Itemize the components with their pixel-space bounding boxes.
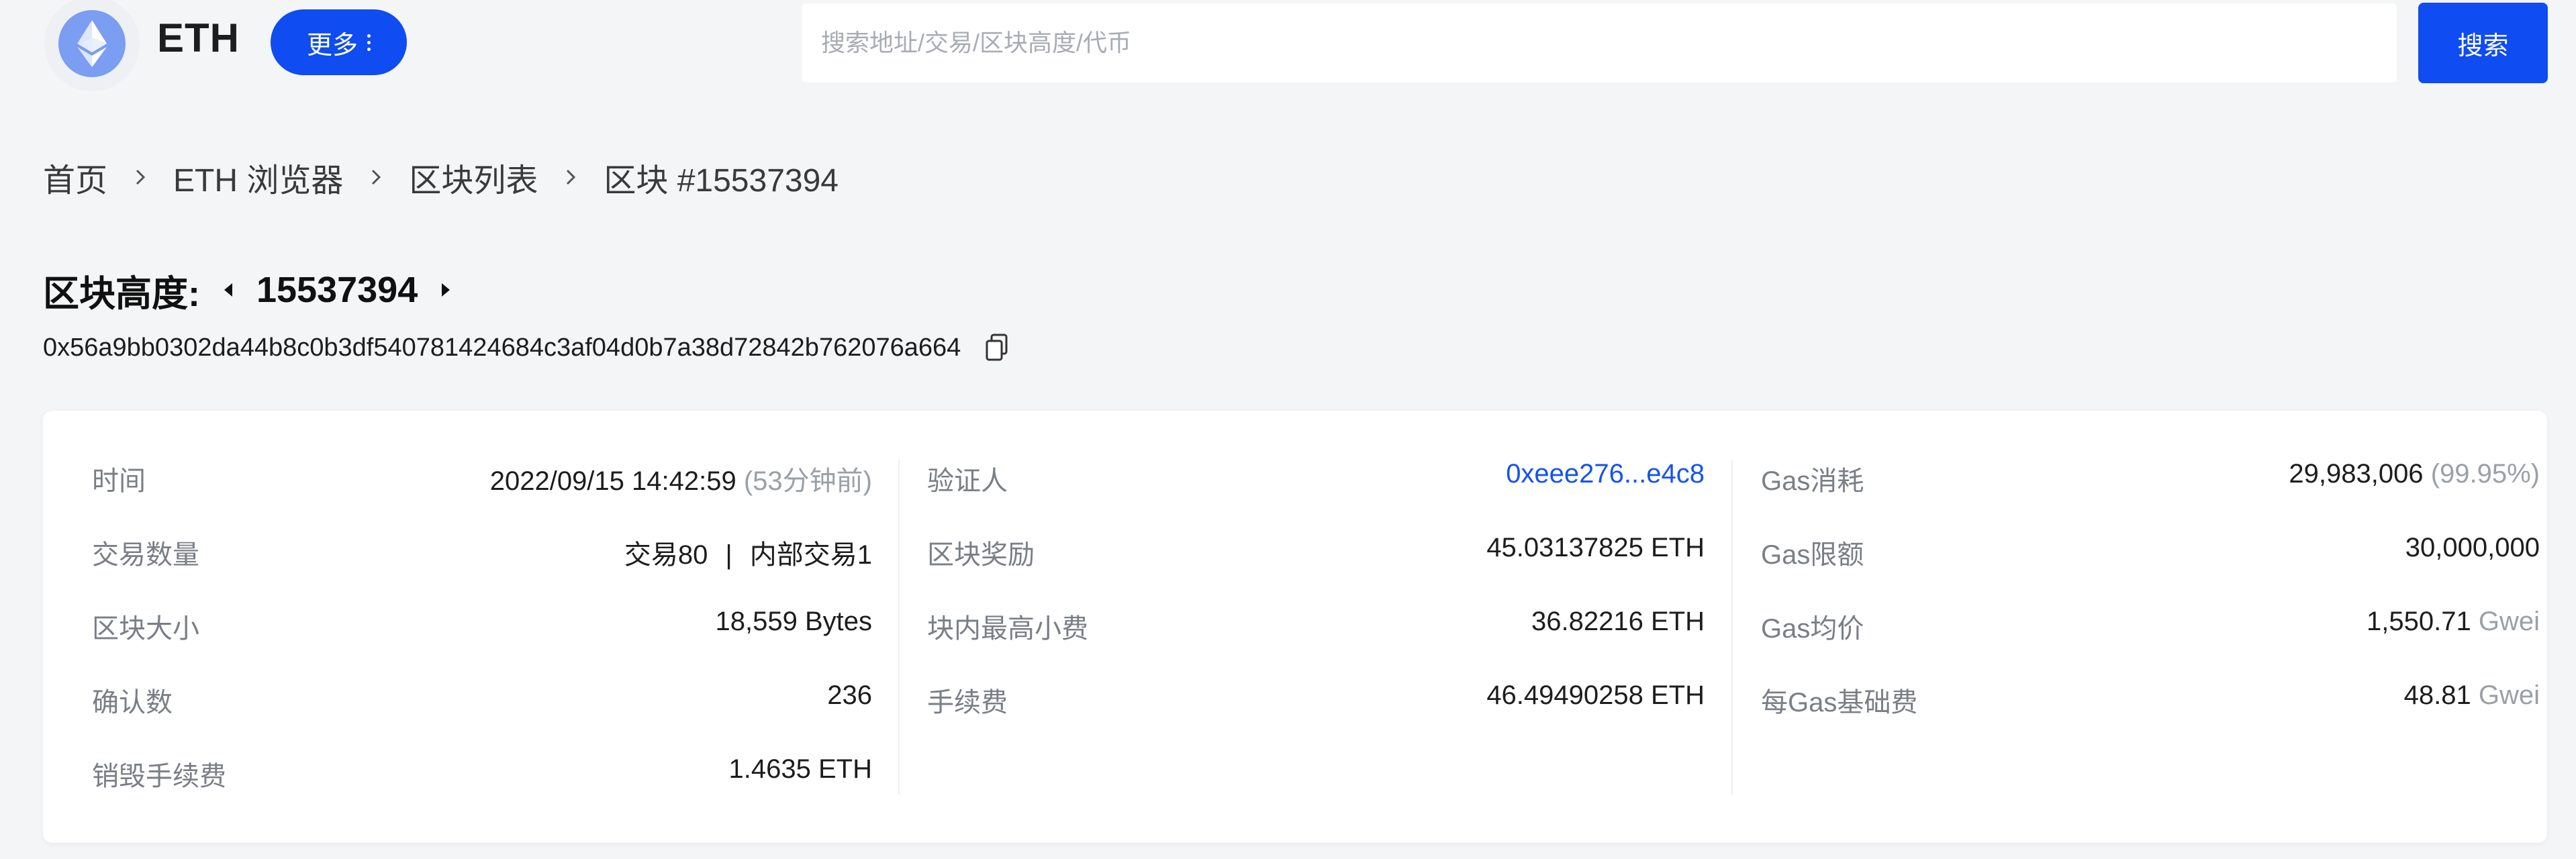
detail-row-gas-limit: Gas限额 30,000,000 xyxy=(1761,533,2540,607)
detail-label: 每Gas基础费 xyxy=(1761,688,1918,717)
fees-value: 46.49490258 ETH xyxy=(1486,680,1705,710)
divider: | xyxy=(725,540,732,570)
prev-block-icon[interactable] xyxy=(215,276,242,303)
breadcrumb-block-list[interactable]: 区块列表 xyxy=(409,154,538,201)
block-reward-value: 45.03137825 ETH xyxy=(1486,533,1705,562)
column-divider xyxy=(898,460,900,795)
details-column-3: Gas消耗 29,983,006 (99.95%) Gas限额 30,000,0… xyxy=(1761,459,2540,754)
detail-label: 验证人 xyxy=(927,466,1008,496)
detail-row-gas-price: Gas均价 1,550.71 Gwei xyxy=(1761,607,2540,680)
detail-label: Gas限额 xyxy=(1761,540,1864,570)
burnt-fees-value: 1.4635 ETH xyxy=(728,754,872,784)
gas-used-value: 29,983,006 xyxy=(2289,459,2424,489)
gas-price-value: 1,550.71 xyxy=(2367,607,2471,636)
detail-label: Gas消耗 xyxy=(1761,466,1864,496)
block-size-value: 18,559 Bytes xyxy=(715,607,873,636)
detail-label: 时间 xyxy=(92,466,146,496)
more-dots-icon xyxy=(367,34,371,51)
detail-row-tx-count: 交易数量 交易80 | 内部交易1 xyxy=(92,533,872,607)
gas-limit-value: 30,000,000 xyxy=(2405,533,2540,562)
detail-label: 确认数 xyxy=(92,688,173,717)
gas-price-unit: Gwei xyxy=(2478,607,2540,636)
breadcrumb-eth-explorer[interactable]: ETH 浏览器 xyxy=(173,154,343,201)
detail-label: 块内最高小费 xyxy=(927,614,1088,644)
block-details-card: 时间 2022/09/15 14:42:59 (53分钟前) 交易数量 交易80… xyxy=(43,411,2547,843)
base-fee-unit: Gwei xyxy=(2478,680,2540,710)
more-label: 更多 xyxy=(306,31,358,60)
block-hash-row: 0x56a9bb0302da44b8c0b3df540781424684c3af… xyxy=(43,327,1010,368)
detail-label: 销毁手续费 xyxy=(92,762,226,791)
detail-row-gas-used: Gas消耗 29,983,006 (99.95%) xyxy=(1761,459,2540,533)
search-button[interactable]: 搜索 xyxy=(2418,3,2548,83)
detail-label: 交易数量 xyxy=(92,540,199,570)
tx-count-link[interactable]: 交易80 xyxy=(624,540,708,570)
detail-row-base-fee: 每Gas基础费 48.81 Gwei xyxy=(1761,680,2540,754)
breadcrumb-home[interactable]: 首页 xyxy=(43,154,107,201)
detail-row-max-tip: 块内最高小费 36.82216 ETH xyxy=(927,607,1705,680)
search-input[interactable] xyxy=(802,3,2397,83)
column-divider xyxy=(1731,460,1733,795)
validator-link[interactable]: 0xeee276...e4c8 xyxy=(1506,459,1705,489)
detail-label: 区块奖励 xyxy=(927,540,1035,570)
breadcrumb-current-block: 区块 #15537394 xyxy=(604,163,839,199)
base-fee-value: 48.81 xyxy=(2403,680,2471,710)
detail-label: 区块大小 xyxy=(92,614,199,644)
eth-logo[interactable] xyxy=(44,0,140,91)
block-height-label: 区块高度: xyxy=(43,273,200,314)
breadcrumb: 首页 ETH 浏览器 区块列表 区块 #15537394 xyxy=(43,150,839,204)
copy-icon[interactable] xyxy=(984,333,1010,362)
block-hash: 0x56a9bb0302da44b8c0b3df540781424684c3af… xyxy=(43,333,961,362)
chevron-right-icon xyxy=(133,166,148,188)
detail-row-fees: 手续费 46.49490258 ETH xyxy=(927,680,1705,754)
detail-label: Gas均价 xyxy=(1761,614,1864,644)
detail-row-confirmations: 确认数 236 xyxy=(92,680,872,754)
ethereum-icon xyxy=(58,10,126,77)
details-column-2: 验证人 0xeee276...e4c8 区块奖励 45.03137825 ETH… xyxy=(927,459,1705,754)
gas-used-percent: (99.95%) xyxy=(2430,459,2540,489)
chevron-right-icon xyxy=(563,166,578,188)
detail-row-validator: 验证人 0xeee276...e4c8 xyxy=(927,459,1705,533)
app-name: ETH xyxy=(157,15,240,60)
internal-tx-count-link[interactable]: 内部交易1 xyxy=(750,540,872,570)
block-height-value: 15537394 xyxy=(256,270,418,310)
more-button[interactable]: 更多 xyxy=(271,9,407,75)
max-tip-value: 36.82216 ETH xyxy=(1531,607,1705,636)
block-height-title: 区块高度: 15537394 xyxy=(43,263,474,317)
top-bar: ETH 更多 搜索 xyxy=(0,0,2576,101)
detail-row-block-size: 区块大小 18,559 Bytes xyxy=(92,607,872,680)
confirmations-value: 236 xyxy=(827,680,872,710)
detail-label: 手续费 xyxy=(927,688,1008,717)
chevron-right-icon xyxy=(369,166,383,188)
next-block-icon[interactable] xyxy=(432,276,459,303)
details-column-1: 时间 2022/09/15 14:42:59 (53分钟前) 交易数量 交易80… xyxy=(92,459,872,828)
detail-row-block-reward: 区块奖励 45.03137825 ETH xyxy=(927,533,1705,607)
detail-row-time: 时间 2022/09/15 14:42:59 (53分钟前) xyxy=(92,459,872,533)
detail-row-burnt-fees: 销毁手续费 1.4635 ETH xyxy=(92,754,872,828)
time-ago: (53分钟前) xyxy=(743,466,872,496)
time-value: 2022/09/15 14:42:59 xyxy=(489,466,736,496)
